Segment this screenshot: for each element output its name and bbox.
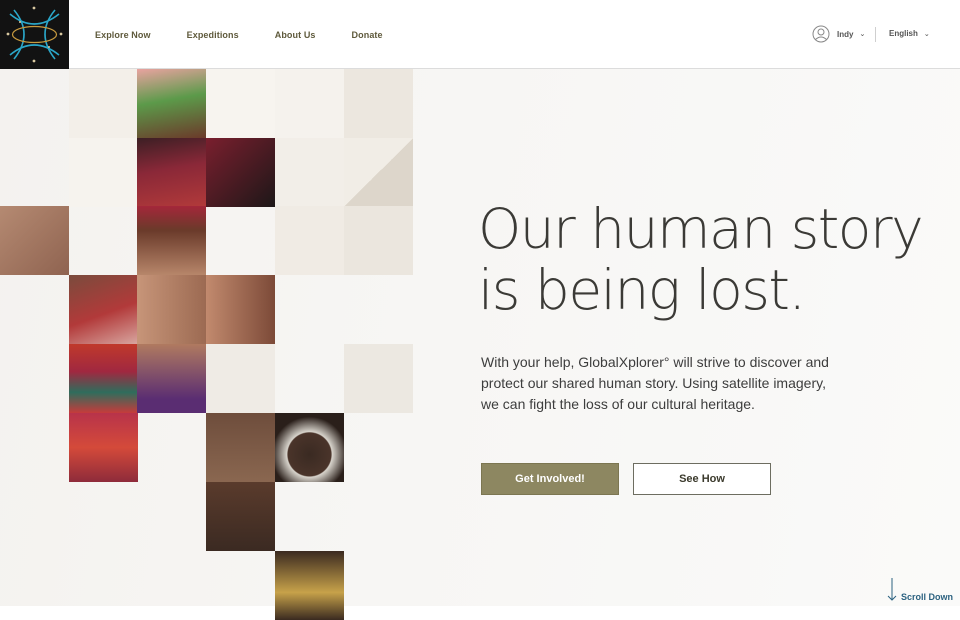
mosaic-tile: [137, 275, 206, 344]
mosaic-tile: [69, 413, 138, 482]
mosaic-tile: [344, 138, 413, 207]
see-how-button[interactable]: See How: [633, 463, 771, 495]
hero-headline: Our human story is being lost.: [478, 197, 924, 322]
mosaic-tile: [344, 69, 413, 138]
headline-line-2: is being lost.: [478, 258, 806, 322]
nav-expeditions[interactable]: Expeditions: [187, 30, 239, 40]
get-involved-button[interactable]: Get Involved!: [481, 463, 619, 495]
language-label: English: [889, 29, 918, 38]
mosaic-tile: [344, 206, 413, 275]
mosaic-tile: [275, 138, 344, 207]
mosaic-tile: [275, 551, 344, 620]
mosaic-tile: [206, 69, 275, 138]
hero-description: With your help, GlobalXplorer° will stri…: [481, 354, 829, 412]
language-selector[interactable]: English ⌄: [889, 29, 930, 38]
user-circle-icon: [812, 25, 830, 43]
nav-about-us[interactable]: About Us: [275, 30, 316, 40]
mosaic-tile: [69, 344, 138, 413]
arrow-down-icon: [887, 578, 897, 601]
mosaic-tile: [137, 206, 206, 275]
hero-section: Our human story is being lost. With your…: [0, 69, 960, 620]
nav-explore-now[interactable]: Explore Now: [95, 30, 151, 40]
user-name: Indy: [837, 29, 854, 39]
logo-icon: [6, 6, 63, 63]
mosaic-tile: [137, 69, 206, 138]
mosaic-tile: [137, 344, 206, 413]
headline-line-1: Our human story: [478, 197, 924, 261]
mosaic-tile: [137, 138, 206, 207]
user-menu[interactable]: Indy ⌄: [812, 25, 865, 43]
chevron-down-icon: ⌄: [923, 30, 930, 38]
mosaic-tile: [275, 69, 344, 138]
chevron-down-icon: ⌄: [859, 31, 866, 38]
mosaic-tile: [206, 344, 275, 413]
mosaic-tile: [69, 69, 138, 138]
mosaic-tile: [275, 206, 344, 275]
nav-donate[interactable]: Donate: [352, 30, 383, 40]
mosaic-tile: [0, 206, 69, 275]
mosaic-tile: [206, 482, 275, 551]
scroll-down-label: Scroll Down: [901, 592, 954, 602]
main-nav: Explore Now Expeditions About Us Donate: [95, 0, 419, 69]
mosaic-tile: [344, 344, 413, 413]
scroll-down-link[interactable]: Scroll Down: [887, 578, 953, 602]
photo-mosaic: [0, 69, 413, 620]
header-divider: [875, 27, 876, 42]
mosaic-tile: [69, 275, 138, 344]
mosaic-tile: [206, 275, 275, 344]
mosaic-tile: [275, 413, 344, 482]
globalxplorer-logo[interactable]: [0, 0, 69, 69]
site-header: Explore Now Expeditions About Us Donate …: [0, 0, 960, 69]
mosaic-tile: [206, 413, 275, 482]
mosaic-tile: [69, 138, 138, 207]
mosaic-tile: [206, 138, 275, 207]
